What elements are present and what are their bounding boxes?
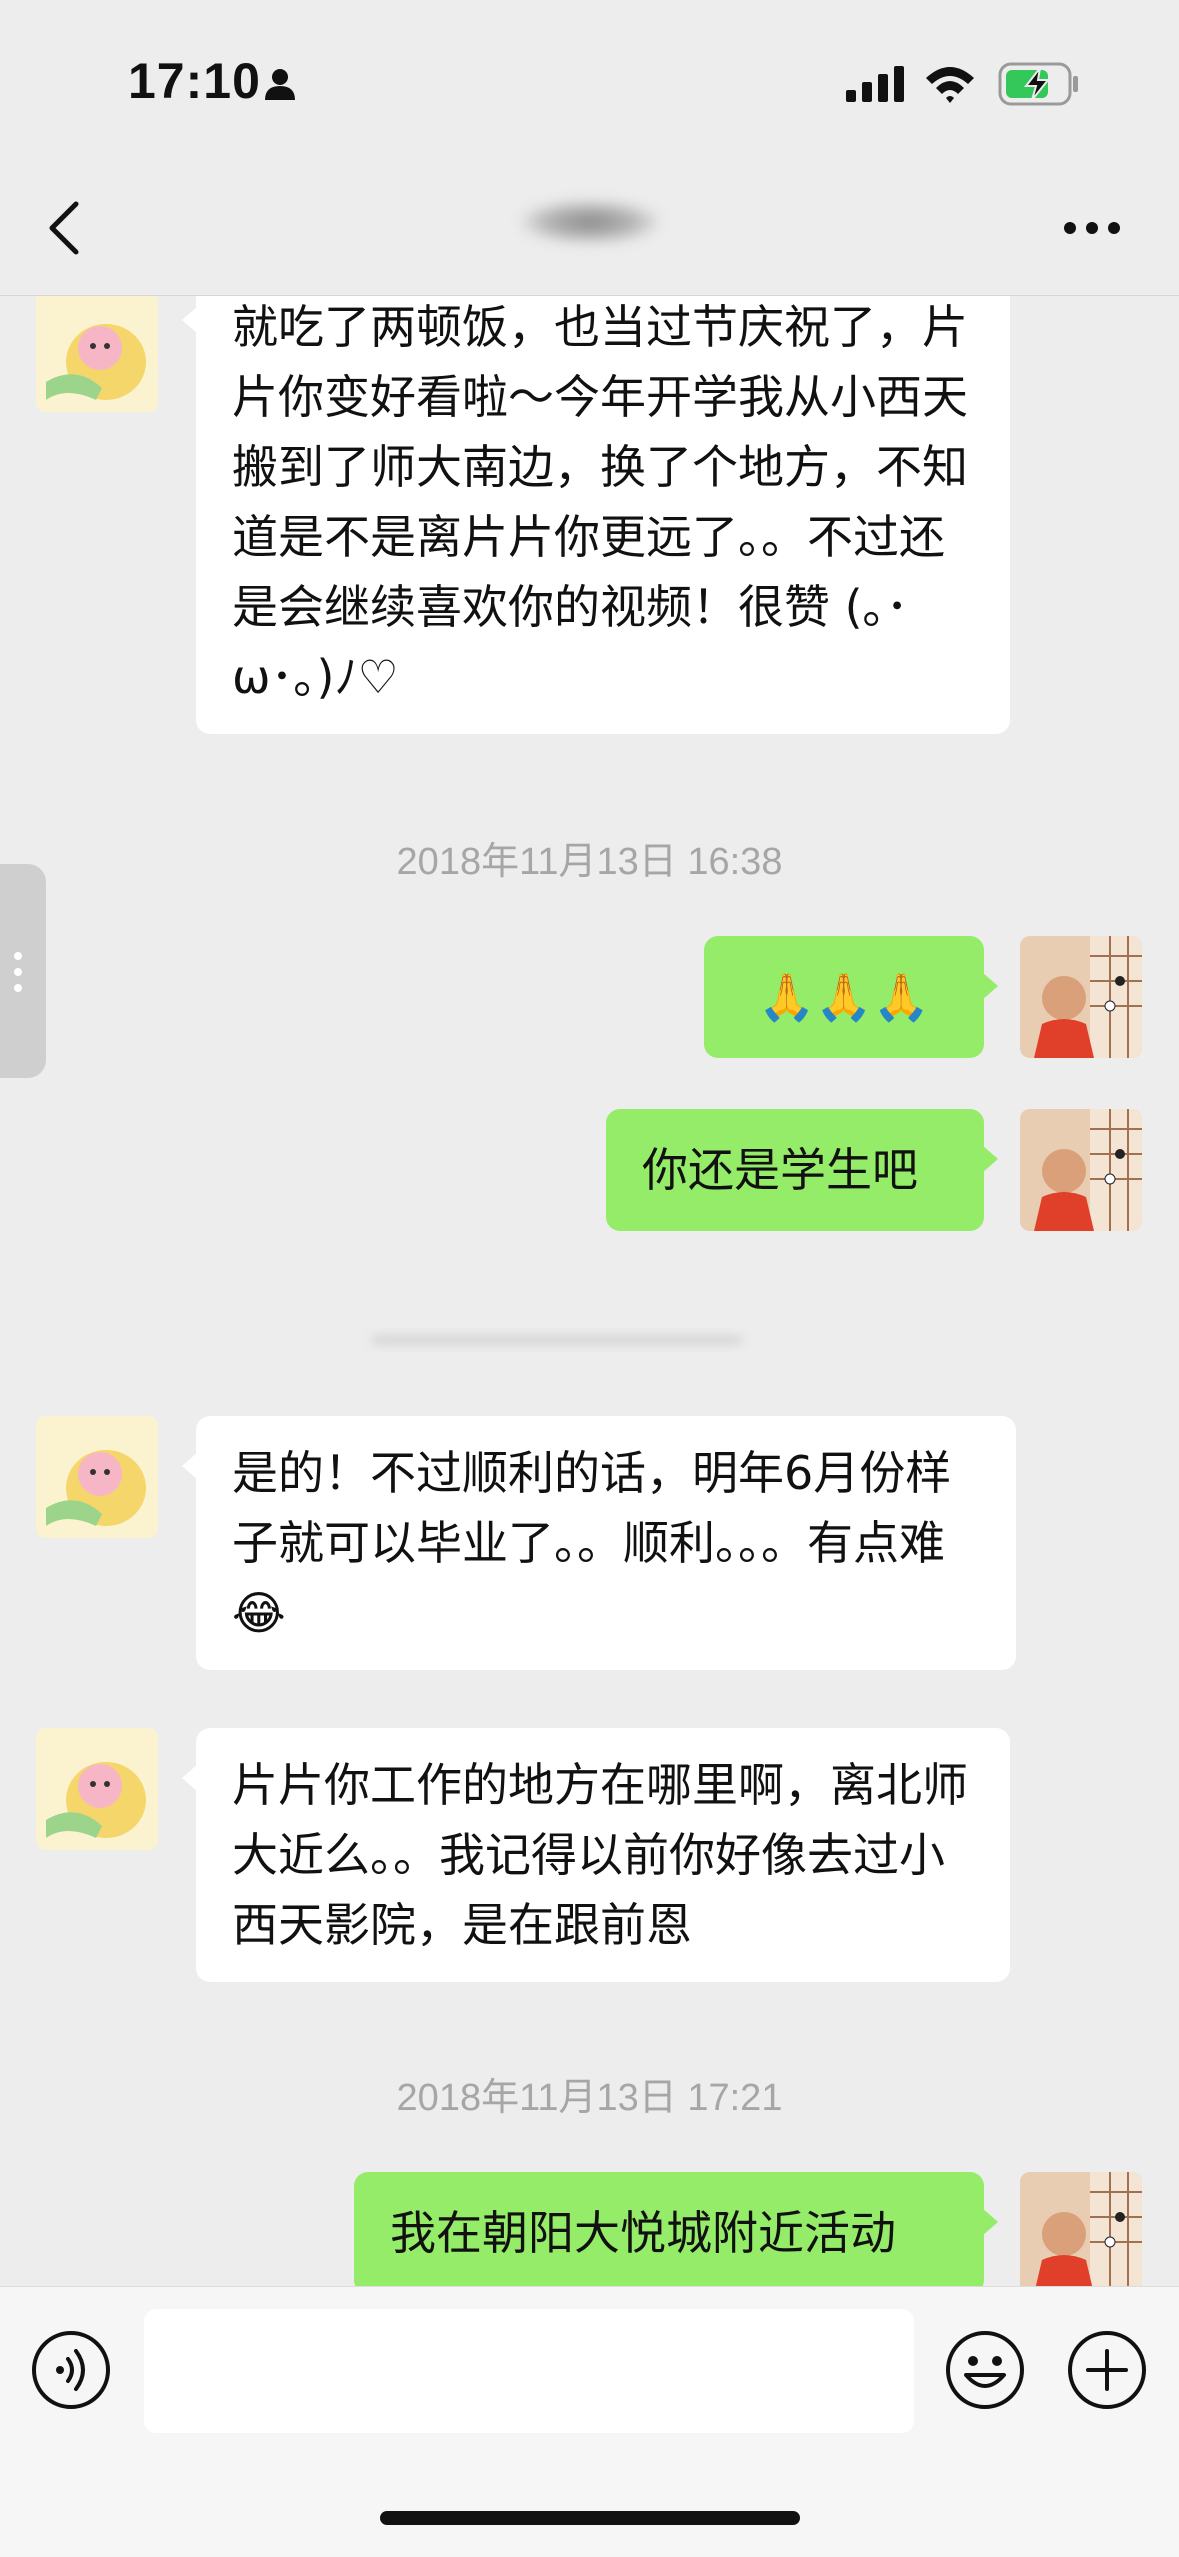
message-bubble-outgoing[interactable]: 我在朝阳大悦城附近活动 xyxy=(354,2172,998,2286)
message-timestamp: 2018年11月13日 17:21 xyxy=(396,2077,783,2119)
input-bar xyxy=(0,2286,1179,2557)
plus-icon[interactable] xyxy=(1066,2329,1148,2415)
home-indicator[interactable] xyxy=(380,2511,800,2525)
chat-title-blurred xyxy=(520,200,660,244)
user-avatar[interactable] xyxy=(1020,1109,1142,1231)
nav-bar xyxy=(0,160,1179,296)
message-bubble-incoming[interactable]: 就吃了两顿饭，也当过节庆祝了，片片你变好看啦～今年开学我从小西天搬到了师大南边，… xyxy=(182,296,1010,734)
voice-icon[interactable] xyxy=(30,2329,112,2415)
emoji-icon[interactable] xyxy=(944,2329,1026,2415)
message-input[interactable] xyxy=(144,2309,914,2433)
user-avatar[interactable] xyxy=(1020,936,1142,1058)
battery-charging-icon xyxy=(998,62,1080,110)
wifi-icon xyxy=(924,64,976,108)
message-bubble-outgoing[interactable]: 🙏🙏🙏 xyxy=(704,936,998,1058)
person-icon xyxy=(262,66,298,106)
contact-avatar[interactable] xyxy=(36,1416,158,1538)
contact-avatar[interactable] xyxy=(36,296,158,412)
contact-avatar[interactable] xyxy=(36,1728,158,1850)
signal-icon xyxy=(846,66,906,106)
user-avatar[interactable] xyxy=(1020,2172,1142,2286)
status-time: 17:10 xyxy=(128,53,261,109)
more-dots-icon[interactable] xyxy=(1062,220,1122,240)
chevron-left-icon[interactable] xyxy=(40,198,90,262)
floating-side-handle[interactable] xyxy=(0,864,46,1078)
chat-area[interactable]: 就吃了两顿饭，也当过节庆祝了，片片你变好看啦～今年开学我从小西天搬到了师大南边，… xyxy=(0,296,1179,2286)
message-bubble-incoming[interactable]: 是的！不过顺利的话，明年6月份样子就可以毕业了。。顺利。。。有点难😂 xyxy=(182,1416,1016,1670)
message-bubble-outgoing[interactable]: 你还是学生吧 xyxy=(606,1109,998,1231)
blurred-divider xyxy=(372,1328,742,1352)
message-bubble-incoming[interactable]: 片片你工作的地方在哪里啊，离北师大近么。。我记得以前你好像去过小西天影院，是在跟… xyxy=(182,1728,1010,1982)
status-bar: 17:10 xyxy=(0,0,1179,160)
message-timestamp: 2018年11月13日 16:38 xyxy=(396,841,783,883)
